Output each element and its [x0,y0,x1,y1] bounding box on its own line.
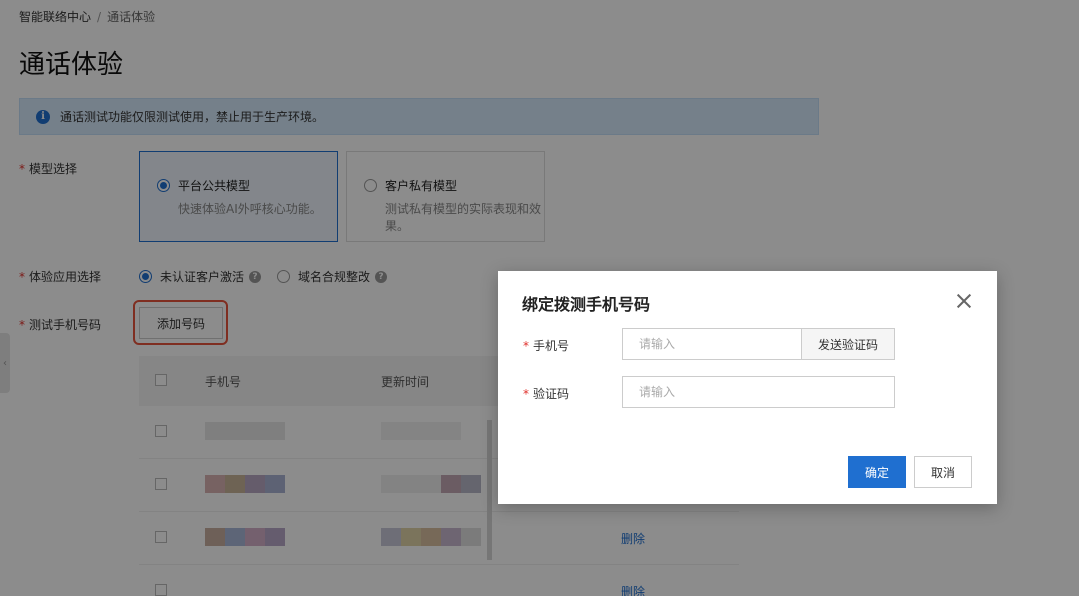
confirm-button[interactable]: 确定 [848,456,906,488]
send-code-button[interactable]: 发送验证码 [801,328,895,360]
code-input[interactable] [622,376,895,408]
phone-input[interactable] [622,328,802,360]
bind-phone-dialog: 绑定拨测手机号码 *手机号 发送验证码 *验证码 确定 取消 [498,271,997,504]
close-icon[interactable] [956,293,972,309]
cancel-button[interactable]: 取消 [914,456,972,488]
dialog-title: 绑定拨测手机号码 [522,295,651,314]
phone-field-label: * 手机号 [523,339,570,353]
code-field-label: * 验证码 [523,387,570,401]
